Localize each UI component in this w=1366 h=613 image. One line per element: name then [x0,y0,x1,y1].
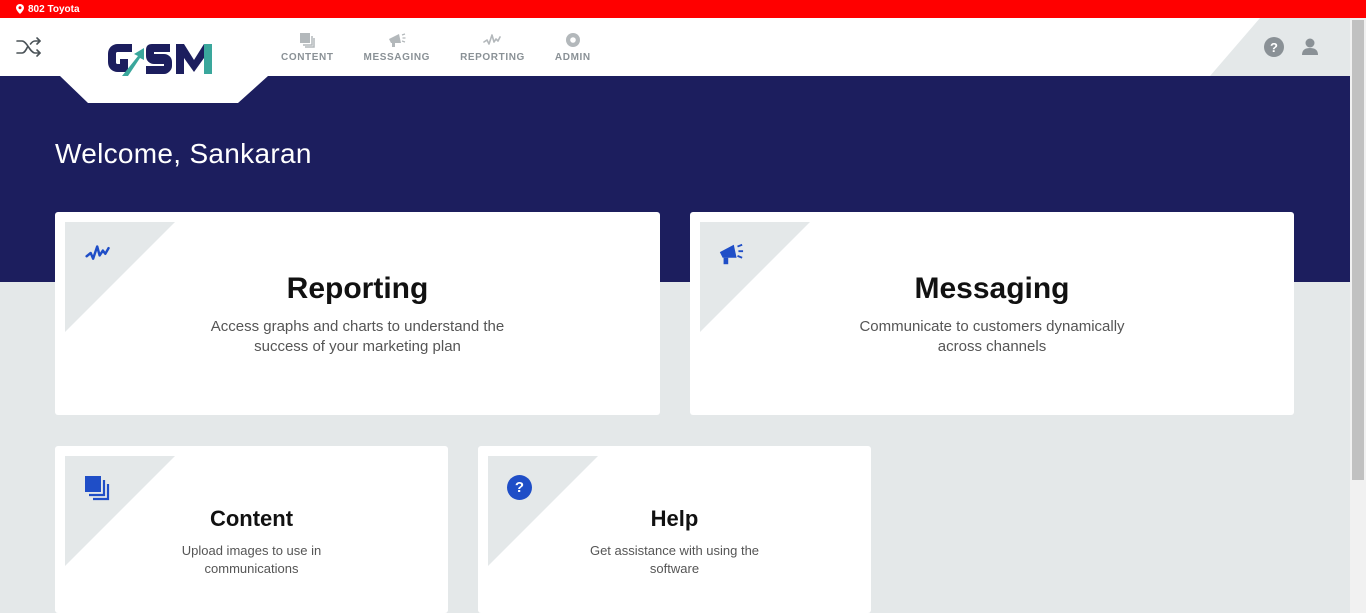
stack-icon [298,32,316,48]
card-title: Messaging [914,272,1070,305]
nav-label: ADMIN [554,51,591,63]
location-pin-icon [16,4,24,14]
card-description: Communicate to customers dynamically acr… [859,318,1125,355]
pulse-icon [85,240,111,266]
card-help[interactable]: ? Help Get assistance with using the sof… [478,446,871,613]
shuffle-icon[interactable] [15,33,43,61]
card-description: Upload images to use in communications [181,543,322,576]
card-messaging[interactable]: Messaging Communicate to customers dynam… [690,212,1294,415]
stack-icon [84,475,110,501]
scrollbar-thumb[interactable] [1352,20,1364,480]
card-content[interactable]: Content Upload images to use in communic… [55,446,448,613]
card-title: Content [209,506,294,531]
main-nav: CONTENT MESSAGING REPORTING ADMIN [270,18,610,76]
gear-icon [564,32,582,48]
location-bar: 802 Toyota [0,0,1366,18]
help-icon: ? [507,475,532,500]
card-title: Help [650,506,699,531]
card-title: Reporting [286,272,429,305]
help-icon[interactable]: ? [1264,37,1284,57]
card-description: Get assistance with using the software [589,543,760,576]
page-scrollbar[interactable] [1350,18,1366,613]
nav-label: CONTENT [281,51,334,63]
nav-item-admin[interactable]: ADMIN [544,18,602,76]
pulse-icon [483,32,502,48]
nav-label: REPORTING [460,51,525,63]
card-reporting[interactable]: Reporting Access graphs and charts to un… [55,212,660,415]
location-label: 802 Toyota [28,3,80,15]
welcome-heading: Welcome, Sankaran [55,138,312,169]
megaphone-icon [388,32,406,48]
nav-label: MESSAGING [363,51,431,63]
nav-item-reporting[interactable]: REPORTING [449,18,536,76]
nav-item-messaging[interactable]: MESSAGING [353,18,442,76]
megaphone-icon [718,241,744,267]
logo[interactable] [60,18,268,103]
user-icon[interactable] [1300,37,1320,57]
card-description: Access graphs and charts to understand t… [210,318,505,355]
nav-item-content[interactable]: CONTENT [270,18,345,76]
